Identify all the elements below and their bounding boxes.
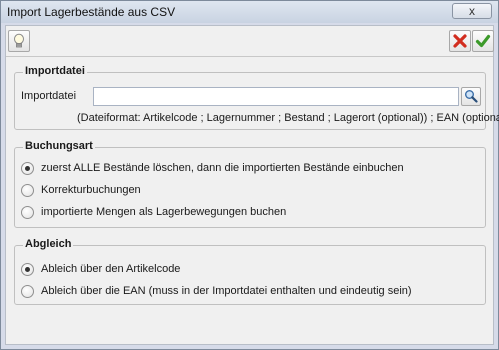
search-icon [465,90,478,103]
radio-button[interactable] [21,263,34,276]
help-button[interactable] [8,30,30,52]
importdatei-input[interactable] [93,87,459,106]
importdatei-group: Importdatei Importdatei (Dateiformat: Ar… [14,65,499,130]
radio-button[interactable] [21,162,34,175]
radio-button[interactable] [21,285,34,298]
lightbulb-icon [14,33,24,48]
buchungsart-group-title: Buchungsart [23,140,95,152]
radio-label: zuerst ALLE Bestände löschen, dann die i… [41,162,404,174]
dialog-body: Importdatei Importdatei (Dateiformat: Ar… [5,25,499,345]
cancel-button[interactable] [449,30,471,52]
title-bar[interactable]: Import Lagerbestände aus CSV x [1,1,498,23]
ok-button[interactable] [472,30,494,52]
green-check-icon [475,34,491,48]
radio-label: Ableich über die EAN (muss in der Import… [41,285,412,297]
abgleich-group-title: Abgleich [23,238,74,250]
toolbar [6,26,494,57]
red-x-icon [453,34,467,48]
radio-button[interactable] [21,184,34,197]
window-title: Import Lagerbestände aus CSV [7,5,176,19]
file-format-hint: (Dateiformat: Artikelcode ; Lagernummer … [77,112,499,124]
buchungsart-group: Buchungsart zuerst ALLE Bestände löschen… [14,140,486,228]
window-close-button[interactable]: x [452,3,492,19]
abgleich-group: Abgleich Ableich über den Artikelcode Ab… [14,238,486,305]
importdatei-field-label: Importdatei [21,90,77,102]
radio-label: Korrekturbuchungen [41,184,141,196]
browse-button[interactable] [461,87,481,106]
radio-button[interactable] [21,206,34,219]
importdatei-group-title: Importdatei [23,65,87,77]
radio-label: importierte Mengen als Lagerbewegungen b… [41,206,287,218]
import-dialog: Import Lagerbestände aus CSV x Importdat… [0,0,499,350]
radio-label: Ableich über den Artikelcode [41,263,181,275]
